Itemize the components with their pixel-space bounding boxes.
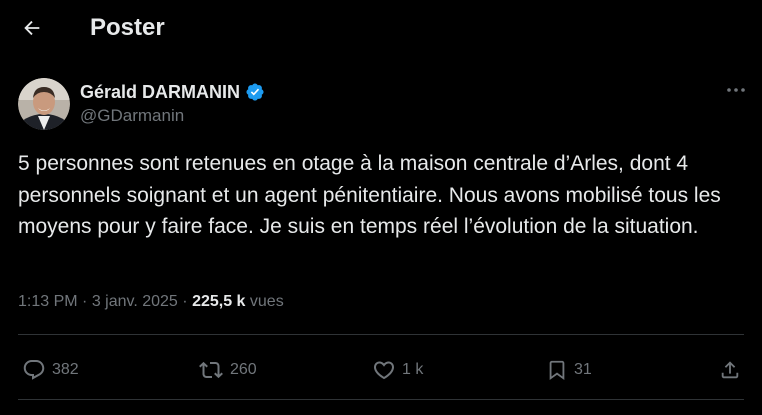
divider	[18, 334, 744, 335]
tweet-text: 5 personnes sont retenues en otage à la …	[18, 152, 721, 238]
reply-count: 382	[52, 361, 79, 378]
verified-badge-icon	[246, 83, 264, 101]
heart-icon	[373, 361, 395, 380]
meta-separator: ·	[82, 293, 88, 310]
views-label: vues	[249, 293, 284, 310]
back-button[interactable]	[16, 12, 48, 44]
like-count: 1 k	[402, 361, 424, 378]
top-bar: Poster	[0, 0, 762, 56]
share-icon	[721, 361, 739, 379]
more-options-button[interactable]	[720, 80, 752, 100]
bookmark-button[interactable]: 31	[546, 356, 592, 384]
share-button[interactable]	[719, 356, 741, 384]
reply-button[interactable]: 382	[22, 356, 79, 384]
avatar-photo	[18, 78, 70, 130]
bookmark-count: 31	[574, 361, 592, 378]
repost-count: 260	[230, 361, 257, 378]
meta-separator: ·	[182, 293, 188, 310]
author-info: Gérald DARMANIN	[80, 80, 265, 104]
reply-icon	[23, 360, 45, 380]
avatar[interactable]	[18, 78, 70, 130]
arrow-left-icon	[24, 20, 40, 36]
like-button[interactable]: 1 k	[372, 356, 423, 384]
repost-button[interactable]: 260	[198, 356, 257, 384]
repost-icon	[199, 361, 223, 379]
tweet-time[interactable]: 1:13 PM	[18, 293, 78, 310]
tweet-metadata: 1:13 PM · 3 janv. 2025 · 225,5 k vues	[18, 293, 284, 311]
tweet-date[interactable]: 3 janv. 2025	[92, 293, 178, 310]
page-title: Poster	[90, 14, 165, 41]
author-name[interactable]: Gérald DARMANIN	[80, 82, 240, 103]
divider	[18, 399, 744, 400]
author-handle[interactable]: @GDarmanin	[80, 106, 184, 126]
views-count[interactable]: 225,5 k	[192, 293, 245, 310]
more-horizontal-icon	[727, 88, 745, 92]
bookmark-icon	[549, 360, 565, 381]
